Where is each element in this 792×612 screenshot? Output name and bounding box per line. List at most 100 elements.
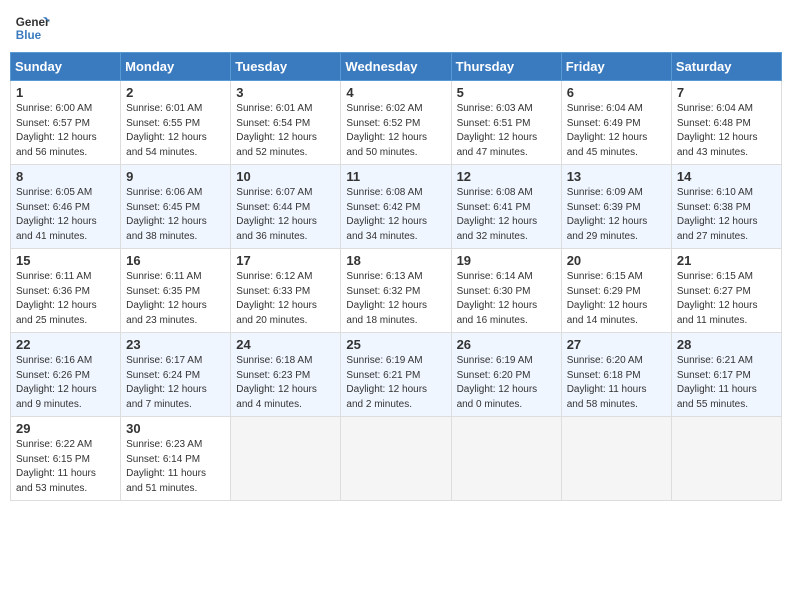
cell-info: Sunrise: 6:11 AMSunset: 6:35 PMDaylight:… bbox=[126, 270, 225, 328]
calendar-cell: 23 Sunrise: 6:17 AMSunset: 6:24 PMDayligh… bbox=[121, 333, 231, 417]
calendar-cell bbox=[561, 417, 671, 501]
calendar-cell: 27Sunrise: 6:20 AMSunset: 6:18 PMDayligh… bbox=[561, 333, 671, 417]
day-number: 29 bbox=[16, 421, 115, 436]
calendar-cell bbox=[671, 417, 781, 501]
calendar-cell: 12 Sunrise: 6:08 AMSunset: 6:41 PMDayligh… bbox=[451, 165, 561, 249]
cell-info: Sunrise: 6:08 AMSunset: 6:42 PMDaylight:… bbox=[346, 186, 445, 244]
calendar-cell: 24 Sunrise: 6:18 AMSunset: 6:23 PMDayligh… bbox=[231, 333, 341, 417]
cell-info: Sunrise: 6:01 AMSunset: 6:55 PMDaylight:… bbox=[126, 102, 225, 160]
cell-info: Sunrise: 6:19 AMSunset: 6:21 PMDaylight:… bbox=[346, 354, 445, 412]
cell-info: Sunrise: 6:21 AMSunset: 6:17 PMDaylight:… bbox=[677, 354, 776, 412]
day-number: 15 bbox=[16, 253, 115, 268]
cell-info: Sunrise: 6:19 AMSunset: 6:20 PMDaylight:… bbox=[457, 354, 556, 412]
day-number: 2 bbox=[126, 85, 225, 100]
col-header-friday: Friday bbox=[561, 53, 671, 81]
calendar-cell: 25Sunrise: 6:19 AMSunset: 6:21 PMDayligh… bbox=[341, 333, 451, 417]
calendar-cell: 28 Sunrise: 6:21 AMSunset: 6:17 PMDayligh… bbox=[671, 333, 781, 417]
calendar-cell: 3Sunrise: 6:01 AMSunset: 6:54 PMDaylight… bbox=[231, 81, 341, 165]
calendar-cell bbox=[231, 417, 341, 501]
day-number: 11 bbox=[346, 169, 445, 184]
day-number: 17 bbox=[236, 253, 335, 268]
cell-info: Sunrise: 6:09 AMSunset: 6:39 PMDaylight:… bbox=[567, 186, 666, 244]
calendar-cell: 20 Sunrise: 6:15 AMSunset: 6:29 PMDayligh… bbox=[561, 249, 671, 333]
day-number: 28 bbox=[677, 337, 776, 352]
cell-info: Sunrise: 6:07 AMSunset: 6:44 PMDaylight:… bbox=[236, 186, 335, 244]
calendar-cell: 4 Sunrise: 6:02 AMSunset: 6:52 PMDaylight… bbox=[341, 81, 451, 165]
calendar-cell: 30Sunrise: 6:23 AMSunset: 6:14 PMDayligh… bbox=[121, 417, 231, 501]
day-number: 24 bbox=[236, 337, 335, 352]
day-number: 5 bbox=[457, 85, 556, 100]
cell-info: Sunrise: 6:06 AMSunset: 6:45 PMDaylight:… bbox=[126, 186, 225, 244]
col-header-monday: Monday bbox=[121, 53, 231, 81]
calendar-cell: 13 Sunrise: 6:09 AMSunset: 6:39 PMDayligh… bbox=[561, 165, 671, 249]
calendar-cell: 22 Sunrise: 6:16 AMSunset: 6:26 PMDayligh… bbox=[11, 333, 121, 417]
day-number: 6 bbox=[567, 85, 666, 100]
calendar-cell: 18 Sunrise: 6:13 AMSunset: 6:32 PMDayligh… bbox=[341, 249, 451, 333]
day-number: 12 bbox=[457, 169, 556, 184]
calendar-table: SundayMondayTuesdayWednesdayThursdayFrid… bbox=[10, 52, 782, 501]
calendar-cell bbox=[451, 417, 561, 501]
day-number: 4 bbox=[346, 85, 445, 100]
cell-info: Sunrise: 6:16 AMSunset: 6:26 PMDaylight:… bbox=[16, 354, 115, 412]
cell-info: Sunrise: 6:10 AMSunset: 6:38 PMDaylight:… bbox=[677, 186, 776, 244]
cell-info: Sunrise: 6:11 AMSunset: 6:36 PMDaylight:… bbox=[16, 270, 115, 328]
day-number: 21 bbox=[677, 253, 776, 268]
calendar-cell: 17 Sunrise: 6:12 AMSunset: 6:33 PMDayligh… bbox=[231, 249, 341, 333]
calendar-cell: 6 Sunrise: 6:04 AMSunset: 6:49 PMDaylight… bbox=[561, 81, 671, 165]
day-number: 1 bbox=[16, 85, 115, 100]
day-number: 27 bbox=[567, 337, 666, 352]
week-row-1: 1 Sunrise: 6:00 AMSunset: 6:57 PMDaylight… bbox=[11, 81, 782, 165]
day-number: 10 bbox=[236, 169, 335, 184]
day-number: 16 bbox=[126, 253, 225, 268]
calendar-cell: 11 Sunrise: 6:08 AMSunset: 6:42 PMDayligh… bbox=[341, 165, 451, 249]
day-number: 30 bbox=[126, 421, 225, 436]
cell-info: Sunrise: 6:14 AMSunset: 6:30 PMDaylight:… bbox=[457, 270, 556, 328]
page-header: General Blue bbox=[10, 10, 782, 46]
calendar-cell: 29 Sunrise: 6:22 AMSunset: 6:15 PMDayligh… bbox=[11, 417, 121, 501]
col-header-sunday: Sunday bbox=[11, 53, 121, 81]
calendar-cell bbox=[341, 417, 451, 501]
cell-info: Sunrise: 6:04 AMSunset: 6:49 PMDaylight:… bbox=[567, 102, 666, 160]
calendar-cell: 8 Sunrise: 6:05 AMSunset: 6:46 PMDaylight… bbox=[11, 165, 121, 249]
calendar-cell: 26Sunrise: 6:19 AMSunset: 6:20 PMDayligh… bbox=[451, 333, 561, 417]
col-header-thursday: Thursday bbox=[451, 53, 561, 81]
cell-info: Sunrise: 6:12 AMSunset: 6:33 PMDaylight:… bbox=[236, 270, 335, 328]
cell-info: Sunrise: 6:22 AMSunset: 6:15 PMDaylight:… bbox=[16, 438, 115, 496]
day-number: 23 bbox=[126, 337, 225, 352]
calendar-cell: 9 Sunrise: 6:06 AMSunset: 6:45 PMDaylight… bbox=[121, 165, 231, 249]
day-number: 13 bbox=[567, 169, 666, 184]
logo-icon: General Blue bbox=[14, 10, 50, 46]
cell-info: Sunrise: 6:00 AMSunset: 6:57 PMDaylight:… bbox=[16, 102, 115, 160]
cell-info: Sunrise: 6:03 AMSunset: 6:51 PMDaylight:… bbox=[457, 102, 556, 160]
svg-text:Blue: Blue bbox=[16, 29, 42, 42]
calendar-cell: 1 Sunrise: 6:00 AMSunset: 6:57 PMDaylight… bbox=[11, 81, 121, 165]
calendar-cell: 15 Sunrise: 6:11 AMSunset: 6:36 PMDayligh… bbox=[11, 249, 121, 333]
day-number: 9 bbox=[126, 169, 225, 184]
cell-info: Sunrise: 6:18 AMSunset: 6:23 PMDaylight:… bbox=[236, 354, 335, 412]
day-number: 18 bbox=[346, 253, 445, 268]
day-number: 3 bbox=[236, 85, 335, 100]
calendar-cell: 14Sunrise: 6:10 AMSunset: 6:38 PMDayligh… bbox=[671, 165, 781, 249]
cell-info: Sunrise: 6:13 AMSunset: 6:32 PMDaylight:… bbox=[346, 270, 445, 328]
col-header-tuesday: Tuesday bbox=[231, 53, 341, 81]
cell-info: Sunrise: 6:02 AMSunset: 6:52 PMDaylight:… bbox=[346, 102, 445, 160]
calendar-cell: 21 Sunrise: 6:15 AMSunset: 6:27 PMDayligh… bbox=[671, 249, 781, 333]
calendar-cell: 5 Sunrise: 6:03 AMSunset: 6:51 PMDaylight… bbox=[451, 81, 561, 165]
day-number: 22 bbox=[16, 337, 115, 352]
cell-info: Sunrise: 6:15 AMSunset: 6:27 PMDaylight:… bbox=[677, 270, 776, 328]
col-header-saturday: Saturday bbox=[671, 53, 781, 81]
cell-info: Sunrise: 6:17 AMSunset: 6:24 PMDaylight:… bbox=[126, 354, 225, 412]
day-number: 20 bbox=[567, 253, 666, 268]
week-row-3: 15 Sunrise: 6:11 AMSunset: 6:36 PMDayligh… bbox=[11, 249, 782, 333]
day-number: 8 bbox=[16, 169, 115, 184]
cell-info: Sunrise: 6:08 AMSunset: 6:41 PMDaylight:… bbox=[457, 186, 556, 244]
day-number: 19 bbox=[457, 253, 556, 268]
cell-info: Sunrise: 6:15 AMSunset: 6:29 PMDaylight:… bbox=[567, 270, 666, 328]
week-row-2: 8 Sunrise: 6:05 AMSunset: 6:46 PMDaylight… bbox=[11, 165, 782, 249]
calendar-cell: 7 Sunrise: 6:04 AMSunset: 6:48 PMDaylight… bbox=[671, 81, 781, 165]
calendar-cell: 2 Sunrise: 6:01 AMSunset: 6:55 PMDaylight… bbox=[121, 81, 231, 165]
calendar-cell: 16 Sunrise: 6:11 AMSunset: 6:35 PMDayligh… bbox=[121, 249, 231, 333]
cell-info: Sunrise: 6:05 AMSunset: 6:46 PMDaylight:… bbox=[16, 186, 115, 244]
cell-info: Sunrise: 6:04 AMSunset: 6:48 PMDaylight:… bbox=[677, 102, 776, 160]
day-number: 7 bbox=[677, 85, 776, 100]
